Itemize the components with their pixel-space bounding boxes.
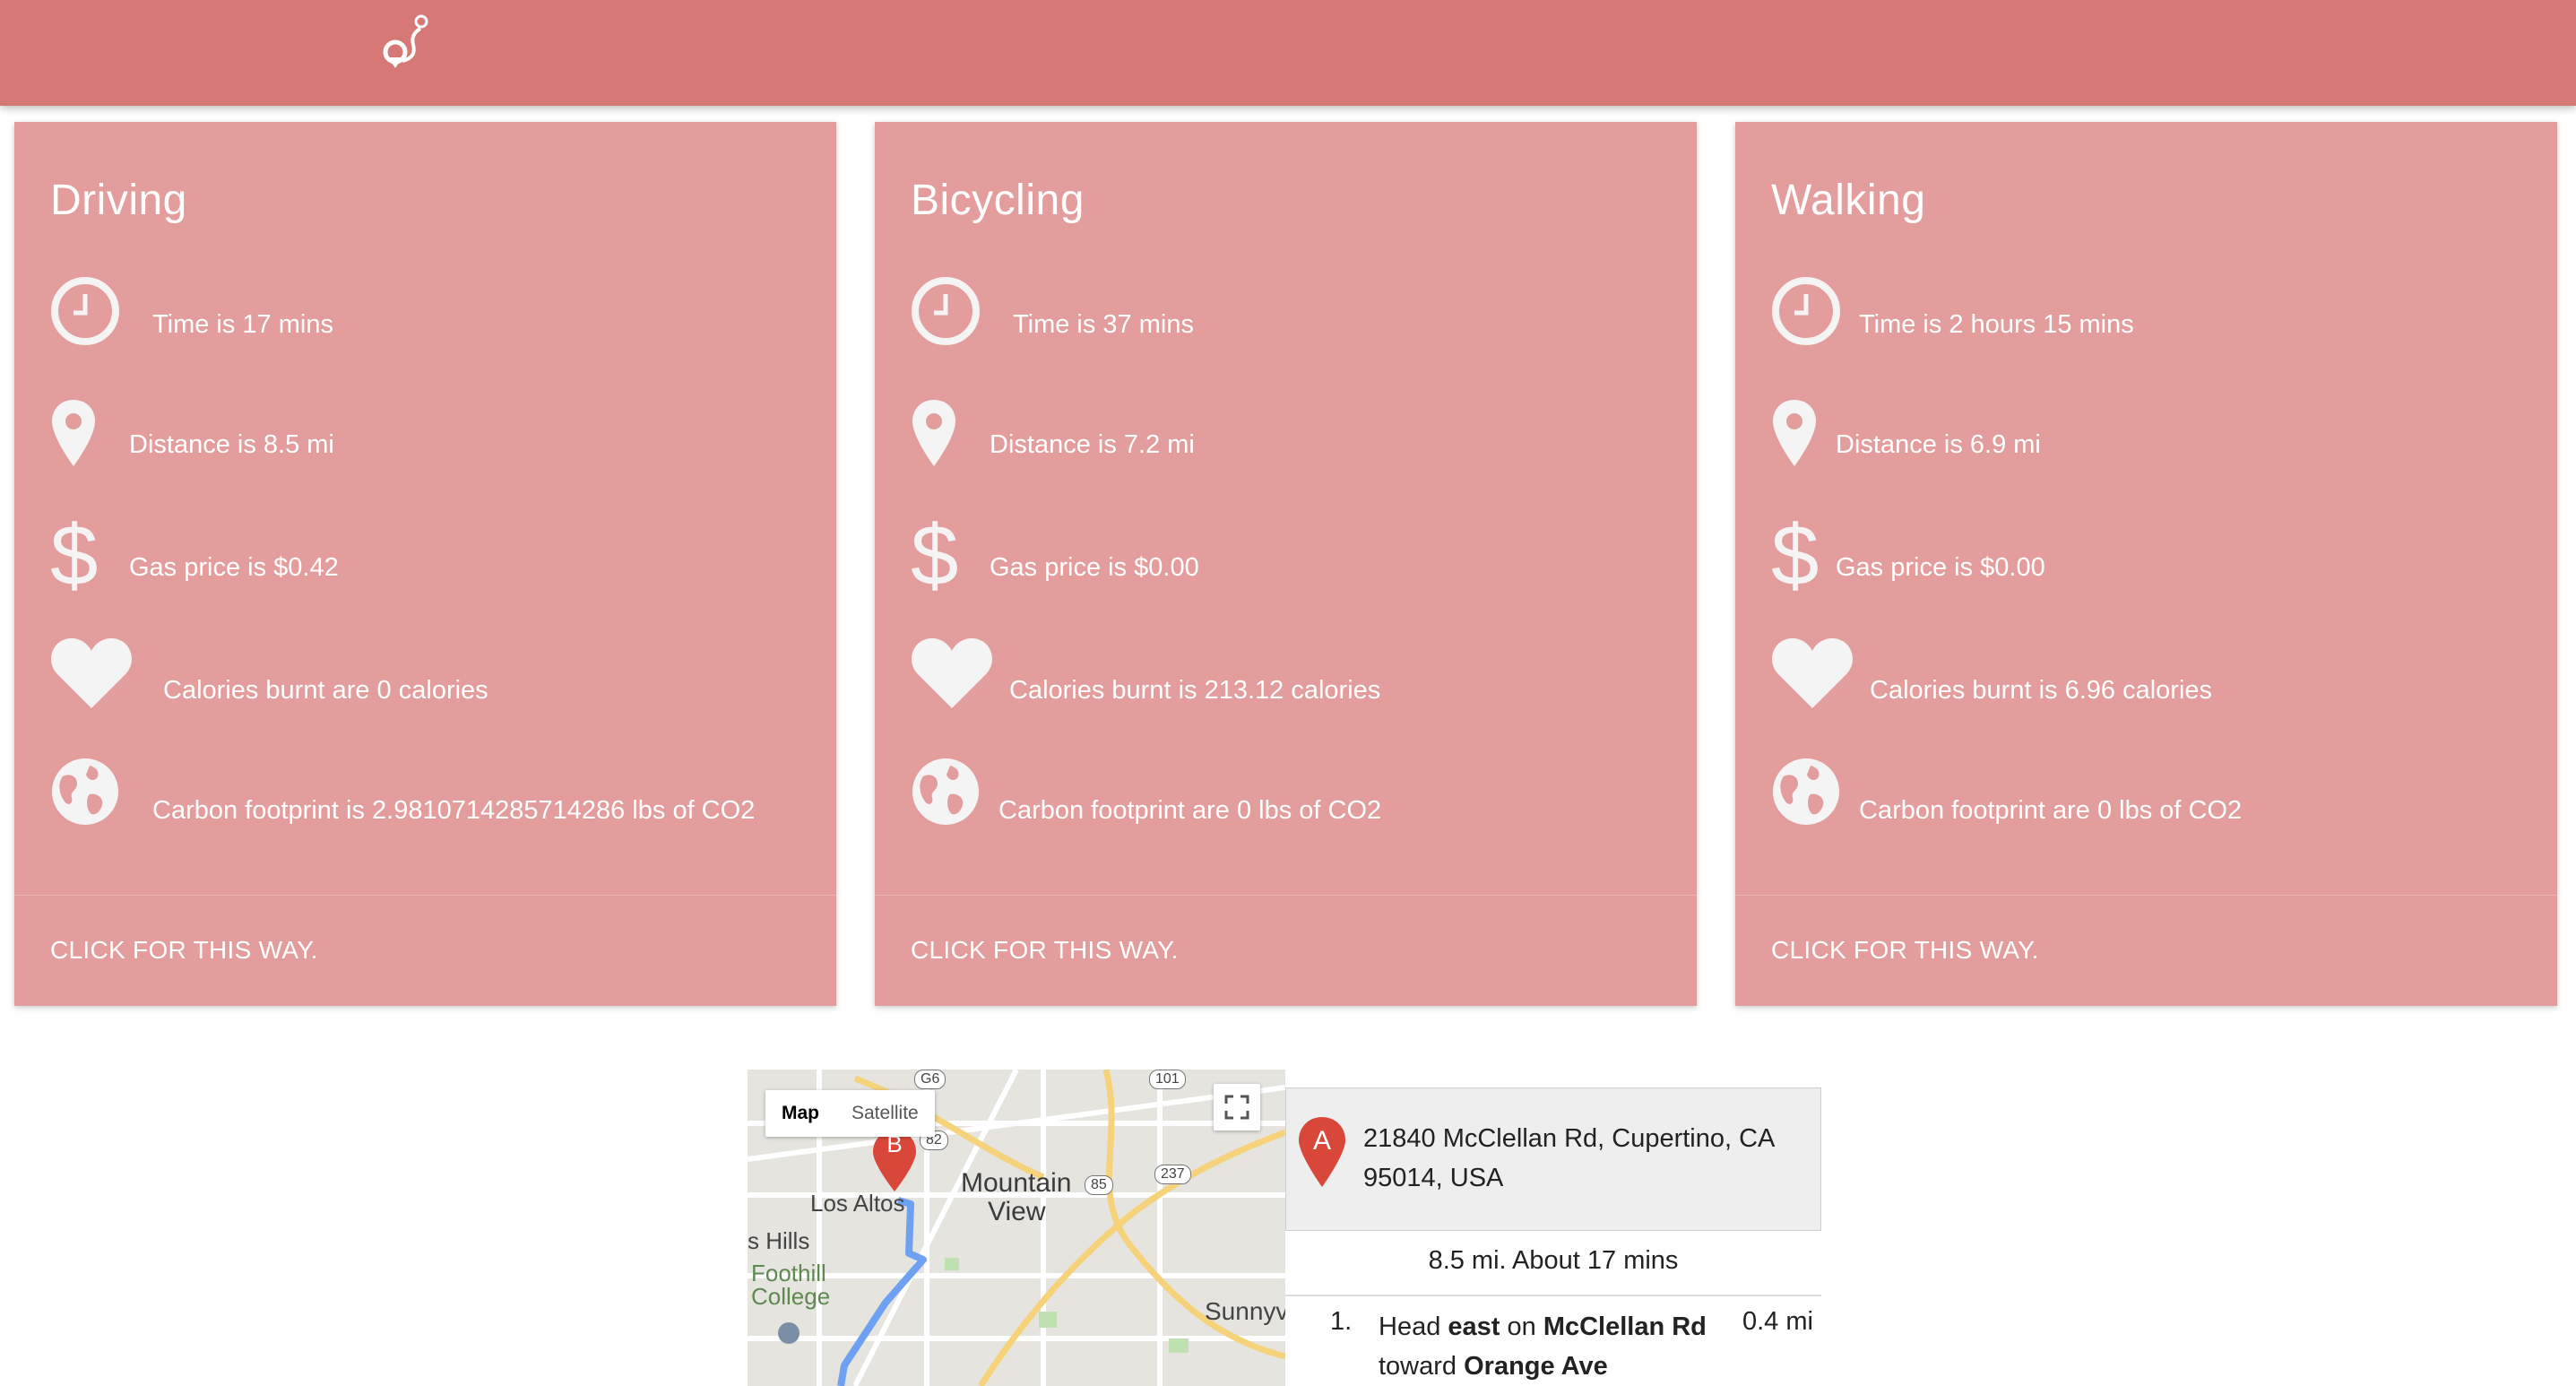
distance-text: Distance is 7.2 mi bbox=[990, 430, 1195, 459]
gas-price-text: Gas price is $0.00 bbox=[1836, 553, 2045, 582]
map-type-satellite-button[interactable]: Satellite bbox=[835, 1090, 935, 1137]
card-title: Walking bbox=[1771, 177, 1926, 224]
route-summary: 8.5 mi. About 17 mins bbox=[1428, 1246, 1679, 1275]
start-marker-icon: A bbox=[1299, 1117, 1345, 1187]
map-label-sunnyvale: Sunnyv bbox=[1205, 1297, 1285, 1325]
heart-icon bbox=[912, 638, 992, 708]
clock-icon bbox=[51, 277, 119, 345]
gas-price-text: Gas price is $0.00 bbox=[990, 553, 1199, 582]
highway-shield: 237 bbox=[1154, 1165, 1191, 1184]
location-pin-icon bbox=[1773, 400, 1816, 466]
start-address: 21840 McClellan Rd, Cupertino, CA 95014,… bbox=[1363, 1124, 1774, 1192]
step-toward-road: Orange Ave bbox=[1464, 1352, 1608, 1381]
location-pin-icon bbox=[912, 400, 955, 466]
card-divider bbox=[1735, 895, 2557, 896]
step-instruction[interactable]: Head east on McClellan Rd toward Orange … bbox=[1379, 1307, 1719, 1386]
card-divider bbox=[14, 895, 836, 896]
time-text: Time is 17 mins bbox=[152, 310, 333, 339]
gas-price-text: Gas price is $0.42 bbox=[129, 553, 339, 582]
start-waypoint: A 21840 McClellan Rd, Cupertino, CA 9501… bbox=[1285, 1087, 1821, 1231]
step-mid: on bbox=[1500, 1312, 1543, 1341]
step-number: 1. bbox=[1330, 1307, 1353, 1336]
globe-icon bbox=[1773, 758, 1839, 825]
step-direction: east bbox=[1448, 1312, 1500, 1341]
card-walking: Walking Time is 2 hours 15 mins Distance… bbox=[1735, 122, 2557, 1006]
dollar-icon: $ bbox=[911, 513, 957, 595]
time-text: Time is 2 hours 15 mins bbox=[1859, 310, 2134, 339]
map-type-control: Map Satellite bbox=[765, 1090, 935, 1137]
card-bicycling: Bicycling Time is 37 mins Distance is 7.… bbox=[875, 122, 1697, 1006]
step-distance: 0.4 mi bbox=[1742, 1307, 1813, 1336]
highway-shield: G6 bbox=[914, 1070, 947, 1089]
card-divider bbox=[875, 895, 1697, 896]
app-header bbox=[0, 0, 2576, 106]
map-type-map-button[interactable]: Map bbox=[765, 1090, 835, 1137]
heart-icon bbox=[1772, 638, 1853, 708]
calories-text: Calories burnt are 0 calories bbox=[163, 676, 488, 705]
fullscreen-icon bbox=[1224, 1095, 1249, 1120]
calories-text: Calories burnt is 6.96 calories bbox=[1870, 676, 2213, 705]
heart-icon bbox=[51, 638, 132, 708]
map-label-view: View bbox=[988, 1197, 1046, 1226]
map-label-mountain: Mountain bbox=[961, 1168, 1072, 1198]
destination-marker-icon[interactable]: B bbox=[871, 1129, 918, 1193]
step-road: McClellan Rd bbox=[1543, 1312, 1707, 1341]
highway-shield: 85 bbox=[1085, 1175, 1113, 1195]
dollar-icon: $ bbox=[1771, 513, 1818, 595]
step-toward-word: toward bbox=[1379, 1352, 1465, 1381]
svg-text:$: $ bbox=[911, 513, 957, 595]
calories-text: Calories burnt is 213.12 calories bbox=[1009, 676, 1381, 705]
route-pin-icon[interactable] bbox=[381, 13, 435, 72]
clock-icon bbox=[912, 277, 980, 345]
map-label-hills: s Hills bbox=[748, 1227, 810, 1254]
step-pre: Head bbox=[1379, 1312, 1448, 1341]
svg-text:$: $ bbox=[1771, 513, 1818, 595]
highway-shield: 101 bbox=[1149, 1070, 1186, 1089]
map-label-los-altos: Los Altos bbox=[810, 1190, 905, 1217]
choose-walking-button[interactable]: CLICK FOR THIS WAY. bbox=[1771, 936, 2039, 965]
route-map[interactable]: B Mountain View Los Altos s Hills Foothi… bbox=[748, 1070, 1285, 1386]
card-driving: Driving Time is 17 mins Distance is 8.5 … bbox=[14, 122, 836, 1006]
globe-icon bbox=[52, 758, 118, 825]
distance-text: Distance is 6.9 mi bbox=[1836, 430, 2041, 459]
choose-bicycling-button[interactable]: CLICK FOR THIS WAY. bbox=[911, 936, 1179, 965]
carbon-text: Carbon footprint is 2.9810714285714286 l… bbox=[152, 796, 756, 825]
dollar-icon: $ bbox=[50, 513, 97, 595]
globe-icon bbox=[912, 758, 979, 825]
choose-driving-button[interactable]: CLICK FOR THIS WAY. bbox=[50, 936, 318, 965]
clock-icon bbox=[1772, 277, 1840, 345]
carbon-text: Carbon footprint are 0 lbs of CO2 bbox=[1859, 796, 2243, 825]
fullscreen-button[interactable] bbox=[1214, 1084, 1260, 1130]
summary-divider bbox=[1285, 1295, 1821, 1296]
carbon-text: Carbon footprint are 0 lbs of CO2 bbox=[998, 796, 1382, 825]
start-marker-label: A bbox=[1313, 1126, 1331, 1156]
svg-text:$: $ bbox=[50, 513, 97, 595]
card-title: Bicycling bbox=[911, 177, 1085, 224]
time-text: Time is 37 mins bbox=[1013, 310, 1194, 339]
location-pin-icon bbox=[52, 400, 95, 466]
card-title: Driving bbox=[50, 177, 187, 224]
map-label-college: College bbox=[751, 1283, 831, 1310]
distance-text: Distance is 8.5 mi bbox=[129, 430, 334, 459]
